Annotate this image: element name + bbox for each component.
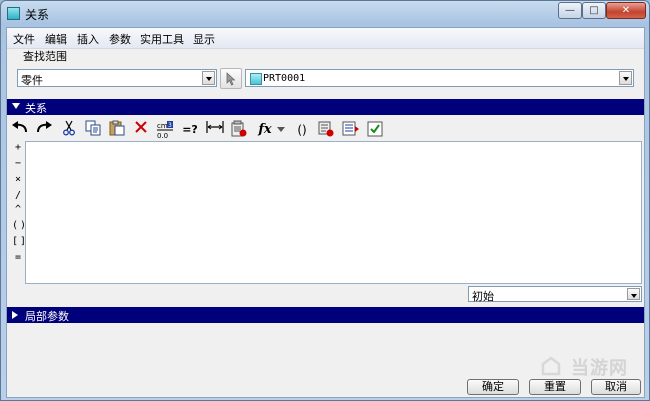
close-button[interactable]: ✕ [606, 2, 646, 19]
sort-relations-button[interactable] [316, 120, 336, 140]
evaluate-button[interactable]: =? [180, 120, 200, 140]
undo-icon [12, 121, 27, 133]
collapse-triangle-icon [12, 103, 20, 109]
function-icon: fx [258, 122, 272, 137]
delete-button[interactable] [131, 120, 151, 140]
operator-power[interactable]: ^ [11, 204, 25, 215]
chevron-down-icon[interactable] [627, 288, 640, 300]
insert-dimension-icon [206, 121, 224, 133]
window-title: 关系 [25, 8, 50, 22]
lookin-type-select[interactable]: 零件 [17, 69, 217, 87]
unit-top-text: cm [157, 122, 168, 130]
menu-utilities[interactable]: 实用工具 [140, 31, 184, 47]
relations-editor[interactable] [25, 141, 642, 284]
lookin-type-value: 零件 [21, 74, 43, 87]
select-model-button[interactable] [220, 68, 242, 89]
ok-button[interactable]: 确定 [467, 379, 519, 395]
model-value: PRT0001 [263, 73, 306, 84]
relations-toolbar: cm 3 0.0 =? fx () [7, 119, 644, 141]
relations-section-header[interactable]: 关系 [7, 99, 644, 115]
cancel-button[interactable]: 取消 [591, 379, 641, 395]
chevron-down-icon [277, 127, 285, 132]
watermark-logo-icon [541, 356, 561, 376]
insert-relation-button[interactable] [341, 120, 361, 140]
insert-dimension-button[interactable] [205, 120, 225, 140]
insert-parameter-button[interactable] [229, 120, 249, 140]
operator-multiply[interactable]: × [11, 174, 25, 185]
watermark-text: 当游网 [571, 358, 628, 379]
function-button[interactable]: fx [255, 120, 275, 140]
delete-icon [135, 121, 147, 133]
menu-bar: 文件 编辑 插入 参数 实用工具 显示 [7, 28, 644, 49]
operator-parentheses[interactable]: ( ) [11, 220, 26, 231]
relations-dialog: 关系 — □ ✕ 文件 编辑 插入 参数 实用工具 显示 查找范围 零件 PRT… [0, 0, 650, 401]
lookin-label: 查找范围 [23, 50, 67, 63]
minimize-icon: — [565, 5, 575, 16]
operator-divide[interactable]: / [11, 190, 25, 201]
copy-button[interactable] [83, 120, 103, 140]
part-model-icon [250, 73, 262, 85]
paste-button[interactable] [107, 120, 127, 140]
unit-sensitivity-button[interactable]: cm 3 0.0 [155, 120, 175, 140]
paste-icon [109, 120, 125, 136]
operator-minus[interactable]: − [11, 158, 25, 169]
chevron-down-icon[interactable] [619, 71, 632, 85]
close-icon: ✕ [621, 5, 631, 16]
watermark: 当游网 [541, 352, 641, 379]
menu-file[interactable]: 文件 [13, 31, 35, 47]
unit-bottom-text: 0.0 [157, 132, 168, 140]
title-bar[interactable]: 关系 — □ ✕ [1, 1, 649, 25]
parentheses-icon: () [297, 123, 307, 137]
model-select[interactable]: PRT0001 [245, 69, 634, 87]
maximize-button[interactable]: □ [582, 2, 606, 19]
operator-equals[interactable]: = [11, 252, 25, 263]
menu-insert[interactable]: 插入 [77, 31, 99, 47]
relation-status-select[interactable]: 初始 [468, 286, 642, 303]
relation-status-value: 初始 [472, 290, 494, 303]
chevron-down-icon[interactable] [202, 71, 215, 85]
verify-icon [367, 121, 383, 137]
menu-edit[interactable]: 编辑 [45, 31, 67, 47]
unit-sensitivity-icon: cm 3 0.0 [157, 121, 173, 140]
operator-brackets[interactable]: [ ] [11, 236, 26, 247]
dialog-client: 文件 编辑 插入 参数 实用工具 显示 查找范围 零件 PRT0001 关系 c… [6, 27, 645, 398]
insert-relation-icon [342, 121, 359, 136]
undo-button[interactable] [10, 120, 30, 140]
copy-icon [85, 120, 101, 136]
function-dropdown[interactable] [275, 120, 287, 140]
expand-triangle-icon [12, 311, 18, 319]
maximize-icon: □ [589, 5, 599, 16]
sort-relations-icon [318, 121, 334, 137]
menu-parameters[interactable]: 参数 [109, 31, 131, 47]
parentheses-button[interactable]: () [292, 120, 312, 140]
local-params-section-header[interactable]: 局部参数 [7, 307, 644, 323]
reset-button[interactable]: 重置 [529, 379, 581, 395]
cut-button[interactable] [59, 120, 79, 140]
cursor-arrow-icon [226, 72, 236, 86]
insert-parameter-icon [231, 120, 247, 137]
relations-section-label: 关系 [25, 102, 47, 115]
operator-plus[interactable]: + [11, 142, 25, 153]
app-icon [7, 7, 20, 20]
evaluate-icon: =? [182, 123, 198, 136]
verify-relations-button[interactable] [365, 120, 385, 140]
minimize-button[interactable]: — [558, 2, 582, 19]
local-params-section-label: 局部参数 [25, 310, 69, 323]
redo-icon [37, 121, 52, 133]
cut-icon [63, 120, 75, 136]
menu-display[interactable]: 显示 [193, 31, 215, 47]
unit-num-text: 3 [168, 122, 172, 129]
redo-button[interactable] [34, 120, 54, 140]
